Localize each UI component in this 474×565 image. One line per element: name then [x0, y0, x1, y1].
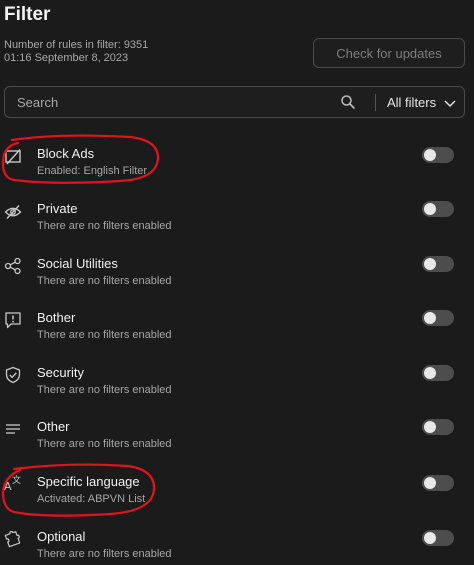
filter-page: Filter Number of rules in filter: 9351 0…: [0, 0, 474, 565]
filter-meta: Number of rules in filter: 9351 01:16 Se…: [4, 39, 148, 65]
search-bar: Search All filters: [4, 86, 465, 118]
toggle-knob: [424, 258, 436, 270]
alert-message-icon: [5, 312, 21, 329]
check-updates-button[interactable]: Check for updates: [313, 38, 465, 68]
puzzle-icon: [4, 530, 21, 548]
category-row-private[interactable]: Private There are no filters enabled: [0, 201, 474, 251]
share-icon: [4, 257, 21, 275]
category-title: Other: [37, 419, 70, 434]
filter-select[interactable]: All filters: [387, 95, 456, 110]
category-title: Social Utilities: [37, 256, 118, 271]
category-row-specific-language[interactable]: A 文 Specific language Activated: ABPVN L…: [0, 474, 474, 524]
category-title: Specific language: [37, 474, 140, 489]
category-subtitle: There are no filters enabled: [37, 220, 172, 232]
chevron-down-icon: [444, 100, 456, 107]
specific-language-toggle[interactable]: [422, 475, 454, 491]
other-toggle[interactable]: [422, 419, 454, 435]
toggle-knob: [424, 367, 436, 379]
search-divider: [375, 94, 376, 111]
category-title: Block Ads: [37, 146, 95, 161]
shield-check-icon: [5, 366, 21, 384]
optional-toggle[interactable]: [422, 530, 454, 546]
toggle-knob: [424, 312, 436, 324]
category-row-other[interactable]: Other There are no filters enabled: [0, 419, 474, 469]
security-toggle[interactable]: [422, 365, 454, 381]
block-ads-icon: [5, 149, 21, 165]
private-toggle[interactable]: [422, 201, 454, 217]
category-title: Private: [37, 201, 78, 216]
category-row-security[interactable]: Security There are no filters enabled: [0, 365, 474, 415]
translate-icon: A 文: [4, 474, 21, 492]
category-subtitle: Enabled: English Filter: [37, 165, 148, 177]
category-subtitle: Activated: ABPVN List: [37, 493, 146, 505]
rules-count-text: Number of rules in filter: 9351: [4, 39, 149, 51]
social-utilities-toggle[interactable]: [422, 256, 454, 272]
toggle-knob: [424, 477, 436, 489]
eye-slash-icon: [4, 205, 22, 219]
page-title: Filter: [4, 4, 51, 25]
category-title: Optional: [37, 529, 86, 544]
lines-icon: [6, 424, 20, 434]
block-ads-toggle[interactable]: [422, 147, 454, 163]
category-subtitle: There are no filters enabled: [37, 548, 172, 560]
toggle-knob: [424, 532, 436, 544]
category-subtitle: There are no filters enabled: [37, 329, 172, 341]
bother-toggle[interactable]: [422, 310, 454, 326]
category-subtitle: There are no filters enabled: [37, 384, 172, 396]
svg-text:A: A: [4, 480, 12, 492]
toggle-knob: [424, 149, 436, 161]
search-input[interactable]: Search: [17, 95, 58, 110]
toggle-knob: [424, 421, 436, 433]
category-row-social-utilities[interactable]: Social Utilities There are no filters en…: [0, 256, 474, 306]
search-icon[interactable]: [340, 94, 356, 110]
category-subtitle: There are no filters enabled: [37, 438, 172, 450]
filter-select-label: All filters: [387, 95, 437, 110]
category-row-bother[interactable]: Bother There are no filters enabled: [0, 310, 474, 360]
update-timestamp: 01:16 September 8, 2023: [4, 52, 129, 64]
toggle-knob: [424, 203, 436, 215]
category-row-optional[interactable]: Optional There are no filters enabled: [0, 529, 474, 565]
category-subtitle: There are no filters enabled: [37, 275, 172, 287]
category-title: Security: [37, 365, 84, 380]
category-title: Bother: [37, 310, 76, 325]
category-row-block-ads[interactable]: Block Ads Enabled: English Filter: [0, 146, 474, 196]
svg-text:文: 文: [12, 474, 21, 486]
